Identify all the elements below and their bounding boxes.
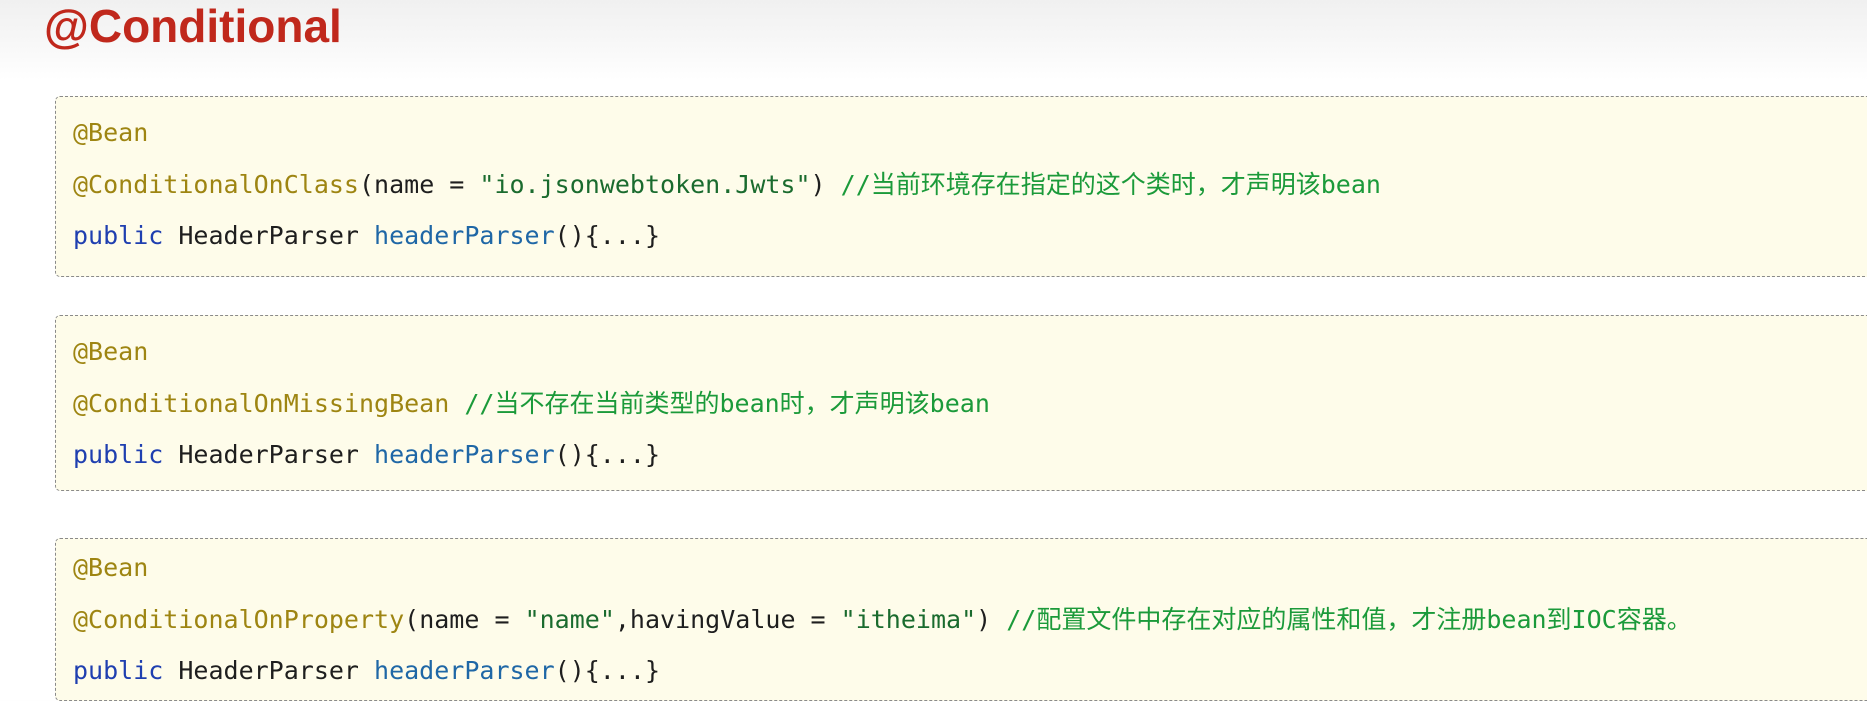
return-type: HeaderParser <box>163 440 375 469</box>
page-title: @Conditional <box>44 0 342 52</box>
code-line-conditional: @ConditionalOnClass(name = "io.jsonwebto… <box>73 168 1381 202</box>
keyword-public: public <box>73 440 164 469</box>
conditional-annotation: @ConditionalOnMissingBean <box>73 389 450 418</box>
code-comment: //配置文件中存在对应的属性和值，才注册bean到IOC容器。 <box>1006 605 1692 634</box>
string-literal: "io.jsonwebtoken.Jwts" <box>479 170 811 199</box>
conditional-annotation: @ConditionalOnClass <box>73 170 359 199</box>
code-block-conditional-on-missing-bean: @Bean @ConditionalOnMissingBean //当不存在当前… <box>55 315 1867 491</box>
string-literal-value: "itheima" <box>840 605 977 634</box>
annotation-args-close: ) <box>810 170 841 199</box>
method-body: (){...} <box>554 440 661 469</box>
annotation-args-open: (name = <box>404 605 525 634</box>
code-line-conditional: @ConditionalOnMissingBean //当不存在当前类型的bea… <box>73 387 990 421</box>
method-name: headerParser <box>374 440 555 469</box>
code-comment: //当不存在当前类型的bean时，才声明该bean <box>464 389 990 418</box>
return-type: HeaderParser <box>163 656 375 685</box>
code-block-conditional-on-class: @Bean @ConditionalOnClass(name = "io.jso… <box>55 96 1867 277</box>
code-line-bean: @Bean <box>73 116 148 150</box>
code-comment: //当前环境存在指定的这个类时，才声明该bean <box>840 170 1381 199</box>
bean-annotation: @Bean <box>73 118 149 147</box>
conditional-annotation: @ConditionalOnProperty <box>73 605 405 634</box>
annotation-space <box>449 389 464 418</box>
annotation-args-open: (name = <box>358 170 480 199</box>
code-line-bean: @Bean <box>73 551 148 585</box>
code-line-bean: @Bean <box>73 335 148 369</box>
method-body: (){...} <box>554 656 661 685</box>
code-line-conditional: @ConditionalOnProperty(name = "name",hav… <box>73 603 1692 637</box>
return-type: HeaderParser <box>163 221 375 250</box>
method-body: (){...} <box>554 221 661 250</box>
method-name: headerParser <box>374 656 555 685</box>
bean-annotation: @Bean <box>73 553 149 582</box>
annotation-args-close: ) <box>976 605 1007 634</box>
string-literal-name: "name" <box>524 605 615 634</box>
keyword-public: public <box>73 221 164 250</box>
annotation-args-mid: ,havingValue = <box>614 605 841 634</box>
bean-annotation: @Bean <box>73 337 149 366</box>
code-line-method: public HeaderParser headerParser(){...} <box>73 654 660 688</box>
code-block-conditional-on-property: @Bean @ConditionalOnProperty(name = "nam… <box>55 538 1867 701</box>
method-name: headerParser <box>374 221 555 250</box>
code-line-method: public HeaderParser headerParser(){...} <box>73 438 660 472</box>
code-line-method: public HeaderParser headerParser(){...} <box>73 219 660 253</box>
keyword-public: public <box>73 656 164 685</box>
